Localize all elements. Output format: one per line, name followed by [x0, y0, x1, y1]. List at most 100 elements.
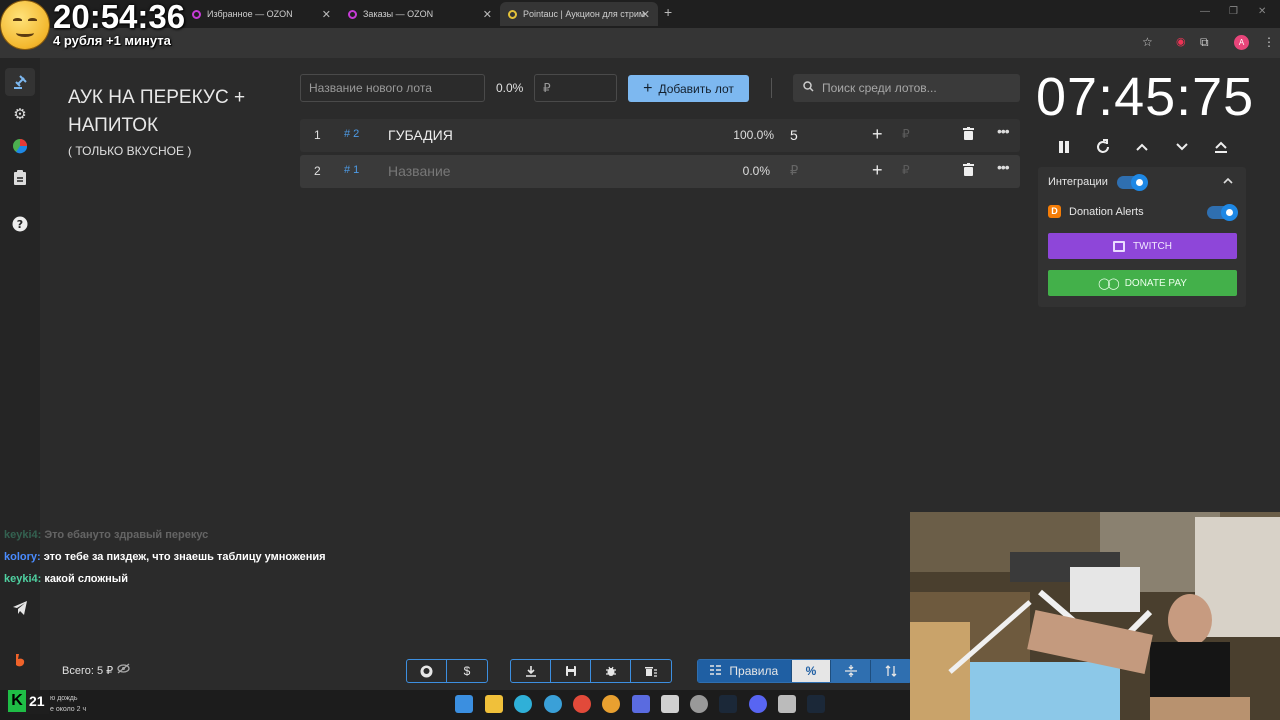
- bug-report-icon[interactable]: [591, 660, 631, 682]
- file-explorer-icon[interactable]: [485, 695, 503, 713]
- weather-line: ю дождь: [50, 695, 78, 702]
- auction-gavel-icon[interactable]: [10, 72, 30, 92]
- lot-amount[interactable]: 5: [790, 127, 798, 143]
- clipboard-icon[interactable]: [10, 168, 30, 188]
- compact-view-icon[interactable]: [831, 660, 872, 682]
- new-lot-percent: 0.0%: [496, 81, 524, 95]
- tab-title: Избранное — OZON: [207, 9, 293, 19]
- weather-temp: 21: [29, 693, 45, 709]
- donatepay-label: DONATE PAY: [1124, 277, 1187, 289]
- screen: { "browser": { "tabs": [ {"title": "Избр…: [0, 0, 1280, 720]
- app-icon[interactable]: [602, 695, 620, 713]
- github-icon[interactable]: [407, 660, 447, 682]
- donation-alerts-icon: D: [1048, 205, 1061, 218]
- lot-extra-amount-currency[interactable]: ₽: [902, 163, 910, 177]
- lot-percent: 100.0%: [733, 128, 774, 142]
- lot-add-amount-icon[interactable]: +: [872, 124, 883, 145]
- donation-alerts-toggle[interactable]: [1207, 204, 1238, 221]
- browser-tab-ozon-orders[interactable]: Заказы — OZON ✕: [340, 2, 500, 26]
- timer-down-icon[interactable]: [1171, 136, 1193, 158]
- lot-name-placeholder[interactable]: Название: [388, 163, 451, 179]
- add-lot-label: Добавить лот: [658, 81, 734, 96]
- discord-icon[interactable]: [749, 695, 767, 713]
- extension-badge-icon[interactable]: ◉: [1176, 35, 1186, 48]
- bookmark-star-icon[interactable]: ☆: [1142, 35, 1153, 49]
- clear-lots-icon[interactable]: [631, 660, 671, 682]
- timer-double-up-icon[interactable]: [1210, 136, 1232, 158]
- chat-message: keyki4: Это ебануто здравый перекус: [4, 524, 424, 546]
- lot-index: 1: [314, 128, 321, 142]
- extensions-puzzle-icon[interactable]: ⧉: [1200, 35, 1209, 50]
- edge-browser-icon[interactable]: [514, 695, 532, 713]
- delete-lot-icon[interactable]: [963, 163, 974, 176]
- lot-add-amount-icon[interactable]: +: [872, 160, 883, 181]
- lot-extra-amount-currency[interactable]: ₽: [902, 127, 910, 141]
- profile-avatar[interactable]: A: [1234, 35, 1249, 50]
- new-lot-amount-input[interactable]: [534, 74, 617, 102]
- chrome-icon[interactable]: [573, 695, 591, 713]
- integrations-label: Интеграции: [1048, 176, 1108, 188]
- stats-app-icon[interactable]: [632, 695, 650, 713]
- rules-button[interactable]: Правила: [698, 660, 792, 682]
- integrations-toggle[interactable]: [1117, 174, 1148, 191]
- telegram-icon[interactable]: [10, 598, 30, 618]
- download-icon[interactable]: [511, 660, 551, 682]
- more-options-icon[interactable]: •••: [997, 159, 1010, 175]
- steam-icon[interactable]: [807, 695, 825, 713]
- save-icon[interactable]: [551, 660, 591, 682]
- ozon-favicon-icon: [192, 9, 201, 19]
- view-button-group: Правила %: [697, 659, 912, 683]
- auction-title: АУК НА ПЕРЕКУС + НАПИТОК: [68, 87, 246, 136]
- collapse-chevron-icon[interactable]: [1223, 175, 1233, 187]
- chat-text: Это ебануто здравый перекус: [44, 529, 209, 541]
- overlay-clock-subtitle: 4 рубля +1 минута: [53, 33, 171, 48]
- tab-title: Pointauc | Аукцион для стрим: [523, 9, 646, 19]
- lot-search-input[interactable]: Поиск среди лотов...: [793, 74, 1020, 102]
- weather-widget[interactable]: K 21: [6, 690, 49, 714]
- hide-eye-icon[interactable]: [117, 663, 130, 677]
- weather-line: е около 2 ч: [50, 706, 87, 713]
- lot-amount-placeholder[interactable]: ₽: [790, 163, 798, 179]
- chat-message: kolory: это тебе за пиздеж, что знаешь та…: [4, 546, 424, 568]
- browser-tab-ozon-favorites[interactable]: Избранное — OZON ✕: [184, 2, 339, 26]
- close-tab-icon[interactable]: ✕: [641, 8, 650, 21]
- lot-name[interactable]: ГУБАДИЯ: [388, 127, 453, 143]
- new-lot-name-input[interactable]: [300, 74, 485, 102]
- auction-timer: 07:45:75: [1036, 67, 1255, 127]
- minimize-icon[interactable]: —: [1200, 6, 1210, 17]
- timer-up-icon[interactable]: [1131, 136, 1153, 158]
- donatepay-connect-button[interactable]: ◯◯ DONATE PAY: [1048, 270, 1237, 296]
- address-bar: ☆ ◉ ⧉ ⋮: [0, 28, 1280, 58]
- start-menu-icon[interactable]: [455, 695, 473, 713]
- boosty-icon[interactable]: [10, 650, 30, 670]
- percent-toggle-icon[interactable]: %: [791, 660, 832, 682]
- close-tab-icon[interactable]: ✕: [322, 8, 331, 21]
- pause-icon[interactable]: [1053, 136, 1075, 158]
- calculator-icon[interactable]: [778, 695, 796, 713]
- app-icon[interactable]: [661, 695, 679, 713]
- twitch-connect-button[interactable]: TWITCH: [1048, 233, 1237, 259]
- close-tab-icon[interactable]: ✕: [483, 8, 492, 21]
- settings-gear-icon[interactable]: ⚙: [10, 104, 30, 124]
- more-options-icon[interactable]: •••: [997, 123, 1010, 139]
- file-button-group: [510, 659, 672, 683]
- sort-icon[interactable]: [871, 660, 911, 682]
- svg-text:?: ?: [17, 218, 23, 231]
- steam-icon[interactable]: [719, 695, 737, 713]
- reset-timer-icon[interactable]: [1092, 136, 1114, 158]
- add-lot-button[interactable]: + Добавить лот: [628, 75, 749, 102]
- telegram-app-icon[interactable]: [544, 695, 562, 713]
- browser-tab-bar: Избранное — OZON ✕ Заказы — OZON ✕ Point…: [0, 0, 1280, 28]
- new-tab-icon[interactable]: +: [664, 4, 672, 20]
- twitch-label: TWITCH: [1133, 240, 1172, 252]
- browser-tab-pointauc[interactable]: Pointauc | Аукцион для стрим ✕: [500, 2, 658, 26]
- overlay-clock: 20:54:36: [53, 0, 186, 35]
- maximize-icon[interactable]: ❐: [1229, 6, 1238, 17]
- pie-chart-icon[interactable]: [10, 136, 30, 156]
- donate-dollar-icon[interactable]: $: [447, 660, 487, 682]
- app-icon[interactable]: [690, 695, 708, 713]
- browser-menu-icon[interactable]: ⋮: [1263, 35, 1275, 49]
- close-window-icon[interactable]: ✕: [1258, 6, 1266, 17]
- delete-lot-icon[interactable]: [963, 127, 974, 140]
- help-icon[interactable]: ?: [10, 214, 30, 234]
